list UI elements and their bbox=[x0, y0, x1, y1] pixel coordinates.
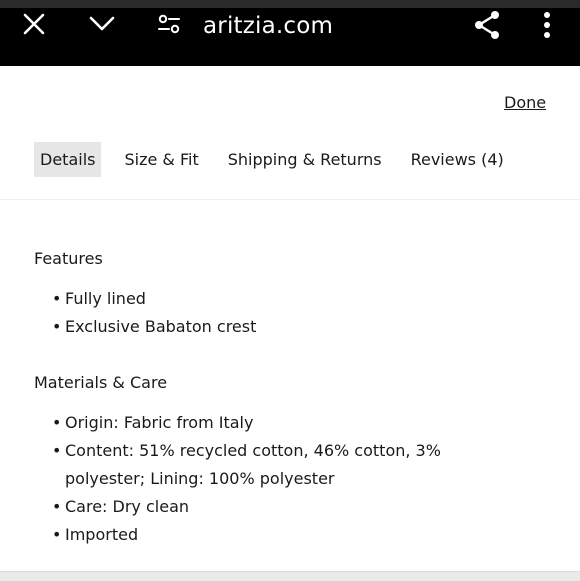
url-bar-text[interactable]: aritzia.com bbox=[203, 9, 333, 43]
features-list: Fully lined Exclusive Babaton crest bbox=[52, 285, 522, 341]
list-item: Imported bbox=[52, 521, 522, 549]
browser-toolbar: aritzia.com bbox=[0, 0, 580, 66]
materials-care-list: Origin: Fabric from Italy Content: 51% r… bbox=[52, 409, 522, 549]
list-item: Content: 51% recycled cotton, 46% cotton… bbox=[52, 437, 522, 493]
tab-size-fit[interactable]: Size & Fit bbox=[118, 142, 204, 177]
materials-care-heading: Materials & Care bbox=[34, 373, 168, 392]
features-heading: Features bbox=[34, 249, 103, 268]
share-icon[interactable] bbox=[473, 10, 501, 40]
tabs-divider bbox=[0, 199, 580, 200]
site-settings-icon[interactable] bbox=[157, 13, 181, 35]
status-strip bbox=[0, 0, 580, 8]
list-item: Fully lined bbox=[52, 285, 522, 313]
tab-reviews[interactable]: Reviews (4) bbox=[405, 142, 510, 177]
close-icon[interactable] bbox=[22, 12, 46, 36]
tab-details[interactable]: Details bbox=[34, 142, 102, 177]
list-item: Care: Dry clean bbox=[52, 493, 522, 521]
list-item: Origin: Fabric from Italy bbox=[52, 409, 522, 437]
tab-shipping-returns[interactable]: Shipping & Returns bbox=[222, 142, 388, 177]
details-tabs: Details Size & Fit Shipping & Returns Re… bbox=[34, 142, 527, 177]
list-item: Exclusive Babaton crest bbox=[52, 313, 522, 341]
chevron-down-icon[interactable] bbox=[88, 14, 116, 34]
done-link[interactable]: Done bbox=[504, 92, 546, 114]
more-vertical-icon[interactable] bbox=[541, 11, 553, 39]
